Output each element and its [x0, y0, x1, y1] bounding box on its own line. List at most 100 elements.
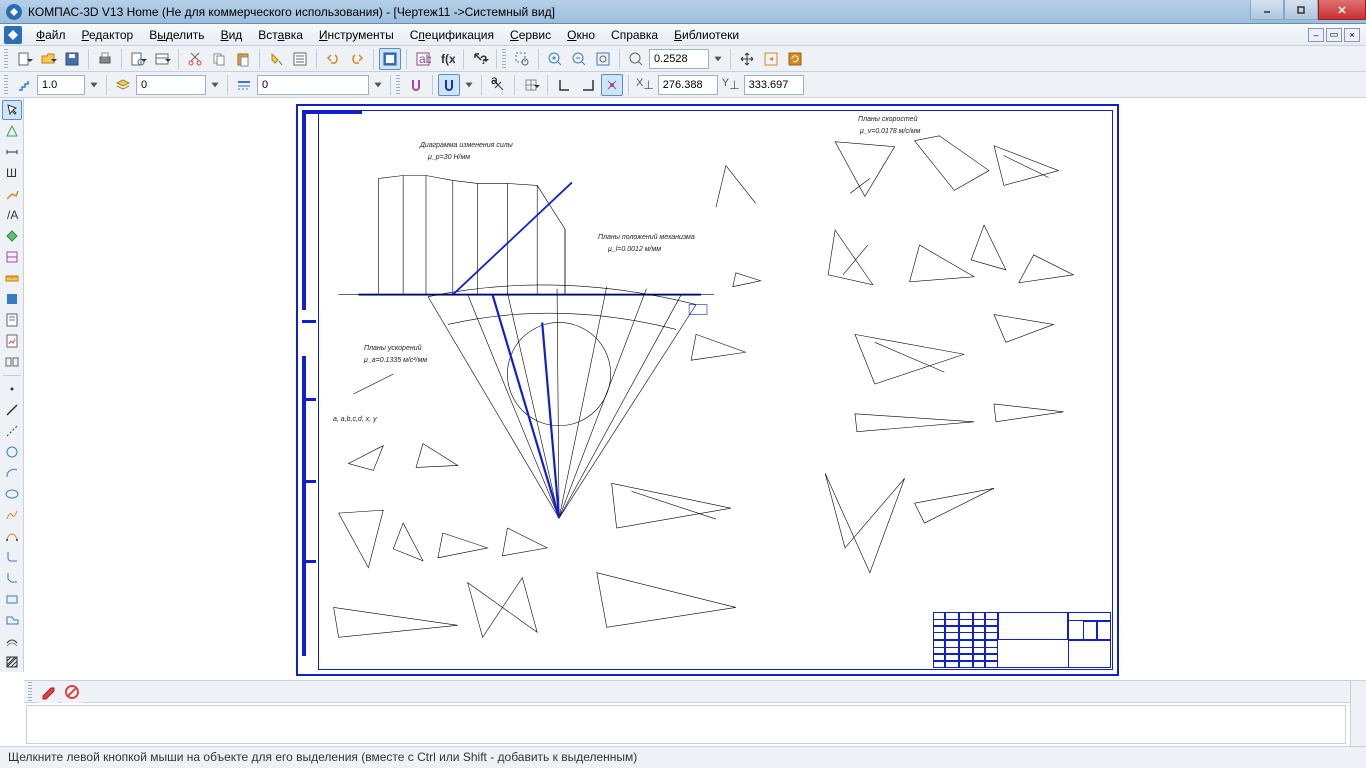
spline-tool[interactable]	[2, 505, 22, 525]
param2-tool[interactable]	[2, 247, 22, 267]
menu-window[interactable]: Окно	[559, 25, 603, 45]
window-minimize-button[interactable]	[1250, 0, 1284, 20]
report-tool[interactable]	[2, 331, 22, 351]
rect-tool[interactable]	[2, 589, 22, 609]
menu-editor[interactable]: Редактор	[74, 25, 142, 45]
snap-settings-button[interactable]	[462, 74, 476, 96]
build-tool[interactable]	[2, 184, 22, 204]
menu-tools[interactable]: Инструменты	[311, 25, 402, 45]
coord-x-input[interactable]	[658, 75, 718, 95]
pan-button[interactable]	[736, 48, 758, 70]
redo-button[interactable]	[346, 48, 368, 70]
layer-dd[interactable]	[208, 74, 222, 96]
window-maximize-button[interactable]	[1284, 0, 1318, 20]
toolbar-grip[interactable]	[396, 75, 400, 95]
notation-tool[interactable]: Ш	[2, 163, 22, 183]
measure-tool[interactable]	[2, 268, 22, 288]
zoom-out-button[interactable]	[568, 48, 590, 70]
chamfer-tool[interactable]	[2, 568, 22, 588]
point-tool[interactable]	[2, 379, 22, 399]
step-input[interactable]	[37, 75, 85, 95]
zoom-dropdown-button[interactable]	[711, 48, 725, 70]
apply-button[interactable]	[37, 681, 59, 703]
fx-button[interactable]: f(x)	[436, 48, 458, 70]
menu-select[interactable]: Выделить	[141, 25, 212, 45]
doc-manager-button[interactable]	[379, 48, 401, 70]
menu-spec[interactable]: Спецификация	[402, 25, 502, 45]
equid-tool[interactable]	[2, 631, 22, 651]
bezier-tool[interactable]	[2, 526, 22, 546]
toolbar-grip[interactable]	[502, 49, 506, 69]
message-log[interactable]	[26, 705, 1346, 744]
variables-button[interactable]: ab	[412, 48, 434, 70]
snap-toggle-button[interactable]	[405, 74, 427, 96]
app-menu-icon[interactable]	[4, 26, 22, 44]
new-button[interactable]	[13, 48, 35, 70]
menu-insert[interactable]: Вставка	[250, 25, 311, 45]
edit-text-tool[interactable]: /A	[2, 205, 22, 225]
help-arrow-button[interactable]: ?	[469, 48, 491, 70]
linestyle-input[interactable]	[257, 75, 369, 95]
step-button[interactable]	[13, 74, 35, 96]
copy-button[interactable]	[208, 48, 230, 70]
views-tool[interactable]	[2, 352, 22, 372]
ortho-r-button[interactable]	[577, 74, 599, 96]
redraw-button[interactable]	[784, 48, 806, 70]
menu-view[interactable]: Вид	[213, 25, 251, 45]
properties-button[interactable]	[289, 48, 311, 70]
doc-minimize-button[interactable]: –	[1308, 28, 1324, 42]
manager-button[interactable]	[151, 48, 173, 70]
sel-tool[interactable]	[2, 289, 22, 309]
select-tool[interactable]	[2, 100, 22, 120]
arc-tool[interactable]	[2, 463, 22, 483]
menu-libs[interactable]: Библиотеки	[666, 25, 747, 45]
toolbar-grip[interactable]	[4, 49, 8, 69]
window-close-button[interactable]	[1318, 0, 1366, 20]
snap-active-button[interactable]	[438, 74, 460, 96]
linestyle-button[interactable]	[233, 74, 255, 96]
paste-button[interactable]	[232, 48, 254, 70]
drawing-canvas[interactable]: Диаграмма изменения силы μ_p=30 Н/мм Пла…	[24, 98, 1366, 680]
log-scrollbar[interactable]	[1350, 681, 1366, 746]
save-button[interactable]	[61, 48, 83, 70]
menu-help[interactable]: Справка	[603, 25, 666, 45]
spec-tool[interactable]	[2, 310, 22, 330]
zoom-fit-button[interactable]	[592, 48, 614, 70]
coord-y-input[interactable]	[744, 75, 804, 95]
linestyle-dd[interactable]	[371, 74, 385, 96]
zoom-window-button[interactable]	[511, 48, 533, 70]
hatch-tool[interactable]	[2, 652, 22, 672]
dims-tool[interactable]	[2, 142, 22, 162]
cut-button[interactable]	[184, 48, 206, 70]
round-button[interactable]	[601, 74, 623, 96]
aux-line-tool[interactable]	[2, 421, 22, 441]
zoom-scale-button[interactable]	[625, 48, 647, 70]
circle-tool[interactable]	[2, 442, 22, 462]
edit-tool[interactable]	[2, 226, 22, 246]
zoom-input[interactable]	[649, 49, 709, 69]
ortho-l-button[interactable]	[553, 74, 575, 96]
zoom-prev-button[interactable]	[760, 48, 782, 70]
undo-button[interactable]	[322, 48, 344, 70]
contour-tool[interactable]	[2, 610, 22, 630]
preview-button[interactable]	[127, 48, 149, 70]
line-tool[interactable]	[2, 400, 22, 420]
menu-file[interactable]: Файл	[28, 25, 74, 45]
grid-button[interactable]	[520, 74, 542, 96]
zoom-in-button[interactable]	[544, 48, 566, 70]
step-dd[interactable]	[87, 74, 101, 96]
format-painter-button[interactable]	[265, 48, 287, 70]
print-button[interactable]	[94, 48, 116, 70]
layer-button[interactable]	[112, 74, 134, 96]
menu-service[interactable]: Сервис	[502, 25, 559, 45]
toolbar-grip[interactable]	[4, 75, 8, 95]
ellipse-tool[interactable]	[2, 484, 22, 504]
layer-input[interactable]	[136, 75, 206, 95]
doc-restore-button[interactable]: ▭	[1326, 28, 1342, 42]
open-button[interactable]	[37, 48, 59, 70]
stop-button[interactable]	[61, 681, 83, 703]
param-button[interactable]: a	[487, 74, 509, 96]
fillet-tool[interactable]	[2, 547, 22, 567]
toolbar-grip[interactable]	[28, 682, 32, 702]
geometry-tool[interactable]	[2, 121, 22, 141]
